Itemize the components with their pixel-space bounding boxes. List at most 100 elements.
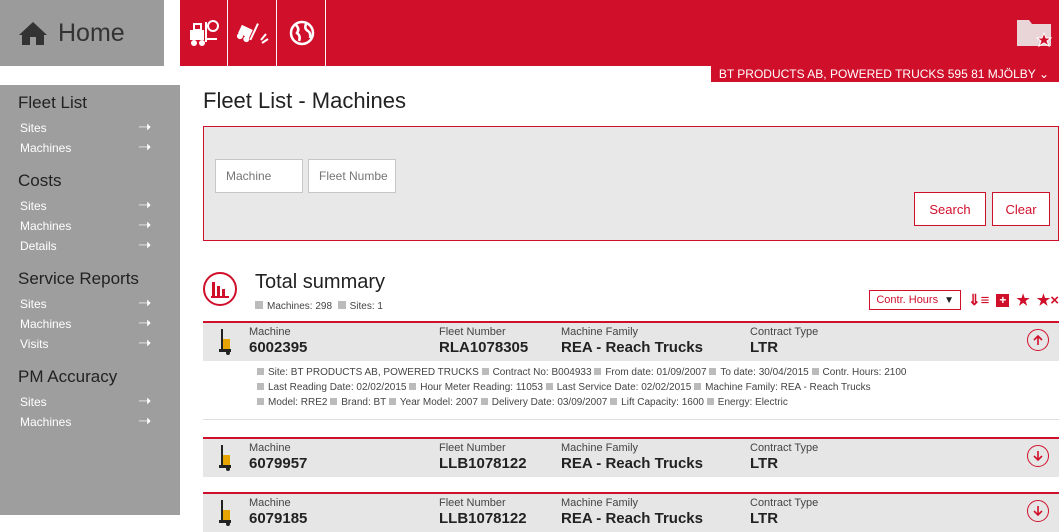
sidebar-item-costs-details[interactable]: Details ➝ bbox=[18, 236, 180, 256]
arrow-right-icon: ➝ bbox=[138, 197, 152, 214]
globe-icon[interactable] bbox=[278, 0, 326, 66]
sidebar-item-label: Sites bbox=[20, 395, 47, 409]
fleet-number-value: LLB1078122 bbox=[439, 455, 527, 472]
sidebar-item-fleet-machines[interactable]: Machines ➝ bbox=[18, 138, 180, 158]
detail-value: REA - Reach Trucks bbox=[780, 382, 871, 393]
sidebar-item-service-visits[interactable]: Visits ➝ bbox=[18, 334, 180, 354]
sidebar-section-pm-accuracy: PM Accuracy Sites ➝ Machines ➝ bbox=[0, 354, 180, 432]
fleet-number-label: Fleet Number bbox=[439, 326, 506, 338]
detail-key: Energy: bbox=[717, 397, 753, 408]
clear-button[interactable]: Clear bbox=[992, 192, 1050, 226]
contract-type-label: Contract Type bbox=[750, 442, 819, 454]
machine-input[interactable] bbox=[215, 159, 303, 193]
machine-label: Machine bbox=[249, 442, 291, 454]
arrow-right-icon: ➝ bbox=[138, 413, 152, 430]
search-button[interactable]: Search bbox=[914, 192, 986, 226]
sidebar-item-costs-sites[interactable]: Sites ➝ bbox=[18, 196, 180, 216]
sidebar-section-costs: Costs Sites ➝ Machines ➝ Details ➝ bbox=[0, 158, 180, 256]
filter-panel: Search Clear bbox=[203, 126, 1059, 241]
fleet-number-label: Fleet Number bbox=[439, 497, 506, 509]
sidebar-item-service-machines[interactable]: Machines ➝ bbox=[18, 314, 180, 334]
arrow-right-icon: ➝ bbox=[138, 217, 152, 234]
sort-select[interactable]: Contr. Hours ▼ bbox=[869, 290, 961, 310]
arrow-right-icon: ➝ bbox=[138, 335, 152, 352]
sidebar-item-costs-machines[interactable]: Machines ➝ bbox=[18, 216, 180, 236]
detail-key: Site: bbox=[268, 367, 289, 378]
expand-all-icon[interactable]: + bbox=[996, 293, 1010, 307]
sidebar-item-label: Sites bbox=[20, 121, 47, 135]
sidebar-item-service-sites[interactable]: Sites ➝ bbox=[18, 294, 180, 314]
folder-star-icon[interactable] bbox=[1015, 14, 1055, 54]
detail-value: 1600 bbox=[681, 397, 704, 408]
expand-toggle[interactable] bbox=[1027, 500, 1049, 522]
sidebar-section-title: Fleet List bbox=[18, 93, 87, 112]
page-title: Fleet List - Machines bbox=[203, 88, 406, 113]
contract-type-label: Contract Type bbox=[750, 497, 819, 509]
detail-key: To date: bbox=[720, 367, 756, 378]
home-button[interactable]: Home bbox=[0, 0, 164, 66]
summary-chart-icon bbox=[203, 272, 237, 306]
fleet-number-label: Fleet Number bbox=[439, 442, 506, 454]
contract-type-value: LTR bbox=[750, 510, 779, 527]
sidebar-item-label: Details bbox=[20, 239, 57, 253]
star-icon[interactable]: ★ bbox=[1016, 291, 1029, 309]
machine-card-header[interactable]: Machine 6079957 Fleet Number LLB1078122 Ma… bbox=[203, 439, 1059, 477]
detail-key: Contract No: bbox=[492, 367, 549, 378]
detail-key: Last Service Date: bbox=[556, 382, 639, 393]
detail-value: 02/02/2015 bbox=[356, 382, 407, 393]
detail-value: 01/09/2007 bbox=[656, 367, 707, 378]
arrow-right-icon: ➝ bbox=[138, 295, 152, 312]
contract-type-value: LTR bbox=[750, 455, 779, 472]
collapse-toggle[interactable] bbox=[1027, 329, 1049, 351]
detail-key: Contr. Hours: bbox=[822, 367, 882, 378]
detail-key: Machine Family: bbox=[705, 382, 778, 393]
arrow-right-icon: ➝ bbox=[138, 393, 152, 410]
machines-count-label: Machines: bbox=[267, 301, 313, 312]
machine-family-label: Machine Family bbox=[561, 442, 639, 454]
detail-value: 11053 bbox=[515, 382, 543, 393]
sidebar-section-title: Costs bbox=[18, 171, 62, 190]
machine-card-header[interactable]: Machine 6002395 Fleet Number RLA1078305 Ma… bbox=[203, 323, 1059, 361]
detail-line: Site: BT PRODUCTS AB, POWERED TRUCKS Con… bbox=[257, 365, 1059, 380]
arrow-down-icon bbox=[1033, 451, 1043, 462]
owner-label: BT PRODUCTS AB, POWERED TRUCKS 595 81 MJ… bbox=[718, 67, 1036, 81]
fleet-number-input[interactable] bbox=[308, 159, 396, 193]
arrow-right-icon: ➝ bbox=[138, 119, 152, 136]
sidebar-section-service-reports: Service Reports Sites ➝ Machines ➝ Visits ➝ bbox=[0, 256, 180, 354]
home-label: Home bbox=[58, 18, 125, 47]
detail-key: Model: bbox=[268, 397, 299, 408]
machine-card-detail: Site: BT PRODUCTS AB, POWERED TRUCKS Con… bbox=[203, 361, 1059, 414]
contract-type-value: LTR bbox=[750, 339, 779, 356]
sidebar-item-label: Visits bbox=[20, 337, 49, 351]
sidebar: Fleet List Sites ➝ Machines ➝ Costs Sites ➝… bbox=[0, 85, 180, 515]
arrow-down-icon bbox=[1033, 506, 1043, 517]
sites-count-label: Sites: bbox=[349, 301, 375, 312]
forklift-search-icon[interactable] bbox=[180, 0, 228, 66]
sort-order-icon[interactable]: ⇓≡ bbox=[968, 291, 989, 309]
sidebar-item-pm-machines[interactable]: Machines ➝ bbox=[18, 412, 180, 432]
remove-favorite-icon[interactable]: ★× bbox=[1037, 291, 1059, 309]
arrow-right-icon: ➝ bbox=[138, 315, 152, 332]
sidebar-item-label: Sites bbox=[20, 199, 47, 213]
detail-value: 02/02/2015 bbox=[641, 382, 692, 393]
machine-family-value: REA - Reach Trucks bbox=[561, 510, 703, 527]
machine-card-header[interactable]: Machine 6079185 Fleet Number LLB1078122 Ma… bbox=[203, 494, 1059, 532]
sidebar-item-label: Machines bbox=[20, 415, 72, 429]
owner-selector[interactable]: BT PRODUCTS AB, POWERED TRUCKS 595 81 MJ… bbox=[710, 66, 1059, 82]
machine-value: 6002395 bbox=[249, 339, 308, 356]
machine-family-label: Machine Family bbox=[561, 497, 639, 509]
detail-value: RRE2 bbox=[300, 397, 328, 408]
detail-value: Electric bbox=[755, 397, 788, 408]
sidebar-item-pm-sites[interactable]: Sites ➝ bbox=[18, 392, 180, 412]
sidebar-item-fleet-sites[interactable]: Sites ➝ bbox=[18, 118, 180, 138]
chevron-down-icon: ⌄ bbox=[1038, 67, 1049, 81]
sidebar-section-title: PM Accuracy bbox=[18, 367, 118, 386]
fleet-number-value: RLA1078305 bbox=[439, 339, 529, 356]
reach-truck-icon bbox=[219, 329, 231, 355]
home-icon bbox=[19, 22, 47, 45]
expand-toggle[interactable] bbox=[1027, 445, 1049, 467]
reach-truck-icon bbox=[219, 445, 231, 471]
detail-key: Hour Meter Reading: bbox=[420, 382, 514, 393]
detail-key: Last Reading Date: bbox=[268, 382, 354, 393]
forklift-damage-icon[interactable] bbox=[229, 0, 277, 66]
